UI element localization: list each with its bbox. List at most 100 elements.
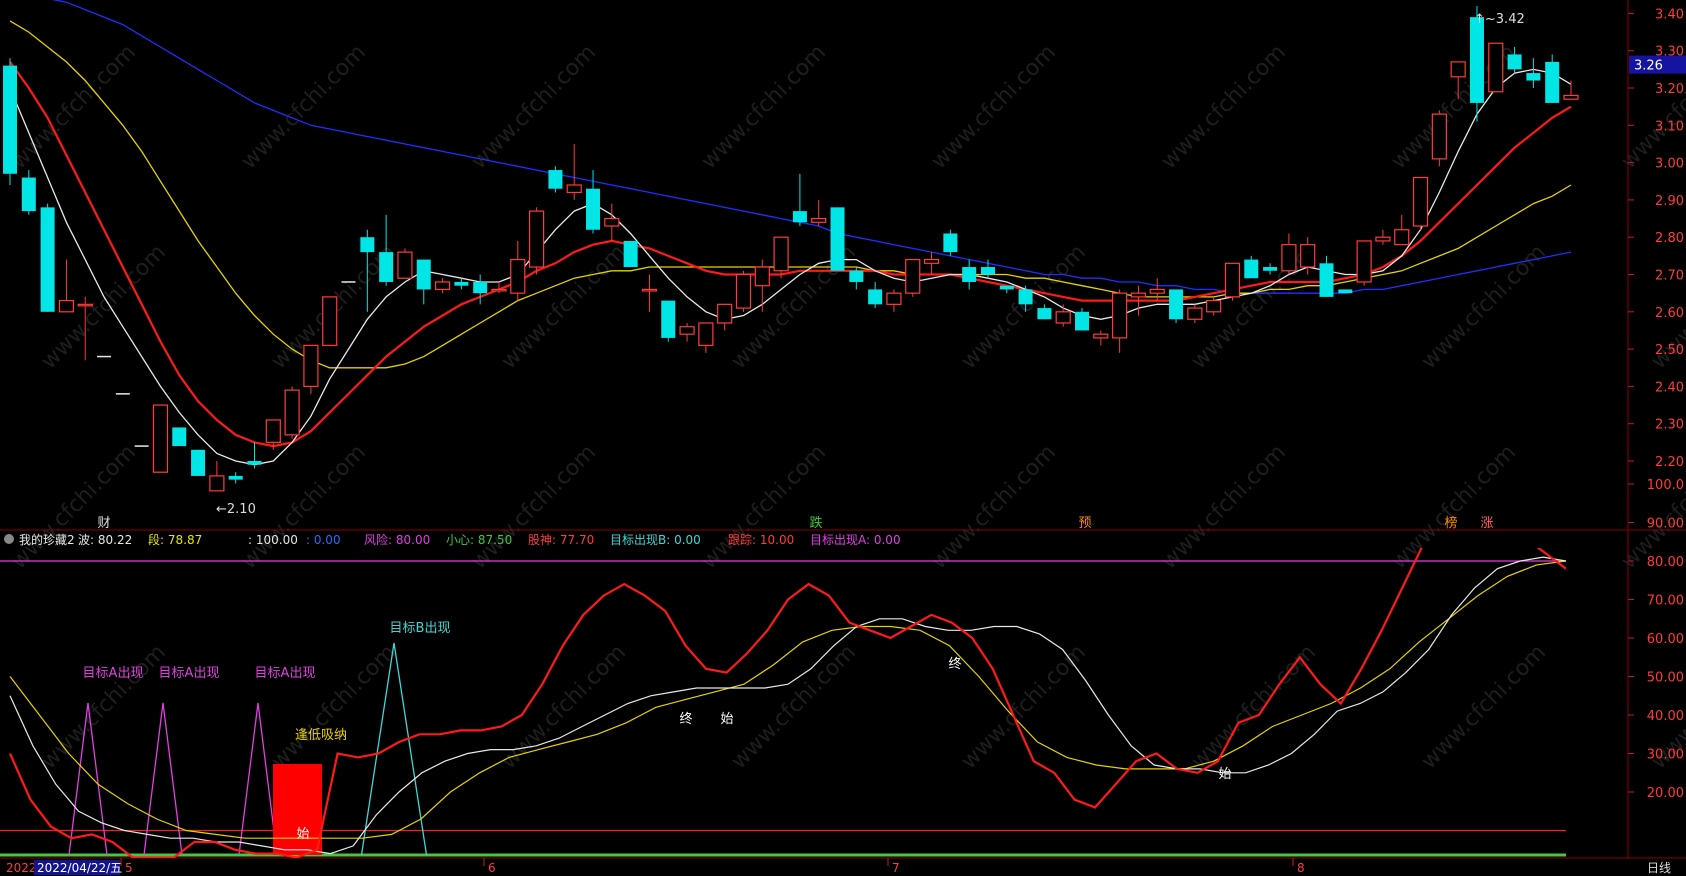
candle-body [40,207,55,312]
candle-body [172,427,187,447]
candle-body [717,303,733,324]
candle[interactable] [529,207,545,275]
indicator-tick-label: 40.00 [1647,709,1684,724]
candle[interactable] [284,386,300,439]
candle-body [735,273,752,309]
candle-body [510,258,526,294]
collapse-icon[interactable] [4,534,14,544]
candle[interactable] [191,449,206,476]
candle-body [1263,267,1278,271]
stock-chart[interactable]: www.cfchi.com www.cfchi.com www.cfchi.com w… [0,0,1686,876]
event-marker[interactable]: 跌 [809,515,822,531]
target-b-label: 目标B出现 [390,621,451,636]
current-price-label: 3.26 [1634,59,1663,74]
event-marker[interactable]: 预 [1078,516,1091,531]
candle-body [773,236,789,272]
candle-body [1093,333,1109,339]
candle-body [566,184,582,194]
candle[interactable] [548,166,563,193]
month-label: 6 [488,861,496,875]
candle-body [529,210,545,268]
event-marker[interactable]: 榜 [1444,515,1457,531]
candle-body [1507,54,1522,70]
candle-body [379,252,394,282]
candle-body [1281,244,1297,272]
candle-body [943,233,958,253]
indicator-value: 目标出现B: 0.00 [610,533,701,547]
start-label: 始 [720,712,733,727]
candle-body [1149,288,1165,294]
high-price-annotation: ↑~3.42 [1474,12,1525,27]
event-marker[interactable]: 财 [97,516,110,531]
target-a-label: 目标A出现 [255,666,316,681]
indicator-tick-label: 100.0 [1647,478,1684,493]
indicator-value: 跟踪: 10.00 [728,533,794,547]
candle-body [1018,289,1033,305]
candle-body [980,267,995,275]
price-tick-label: 2.70 [1655,269,1684,284]
indicator-value: : 0.00 [306,533,341,547]
candle[interactable] [397,248,413,279]
date-box-label: 2022/04/22/五 [37,861,122,875]
candle[interactable] [1224,262,1241,301]
candle-body [491,288,507,292]
indicator-tick-label: 70.00 [1647,594,1684,609]
candle-body [1488,42,1504,93]
indicator-value: 目标出现A: 0.00 [810,533,901,547]
event-marker[interactable]: 涨 [1480,516,1493,531]
month-label: 5 [125,861,133,875]
candle[interactable] [661,300,676,342]
candle-body [849,270,864,282]
candle-body [1469,17,1484,103]
candle-body [58,300,75,313]
candle[interactable] [1338,289,1353,294]
candle[interactable] [1169,289,1184,323]
candle-body [661,300,676,338]
date-prefix: 2022 [6,861,37,875]
price-tick-label: 3.00 [1655,157,1684,172]
price-tick-label: 2.30 [1655,418,1684,433]
indicator-value: 小心: 87.50 [446,533,512,547]
candle[interactable] [172,427,187,447]
price-tick-label: 2.40 [1655,380,1684,395]
candle-body [1075,311,1090,331]
candle[interactable] [1412,176,1429,230]
candle-body [322,296,338,346]
candle[interactable] [322,296,338,346]
candle-body [1224,262,1241,298]
candle[interactable] [1356,240,1372,286]
candle[interactable] [1431,110,1447,167]
candle[interactable] [905,258,921,297]
candle[interactable] [943,229,958,256]
candle-body [604,217,620,227]
candle-body [454,281,469,286]
candle[interactable] [735,270,752,312]
price-tick-label: 2.60 [1655,306,1684,321]
candle-body [1338,289,1353,294]
candle-body [473,281,488,294]
candle[interactable] [152,404,169,473]
price-tick-label: 2.20 [1655,455,1684,470]
candle-body [209,475,225,492]
price-tick-label: 3.40 [1655,7,1684,22]
month-label: 8 [1297,861,1305,875]
candle[interactable] [40,203,55,312]
candle-body [1130,292,1147,298]
candle[interactable] [303,344,319,394]
indicator-tick-label: 20.00 [1647,786,1684,801]
period-label[interactable]: 日线 [1647,861,1671,875]
candle-body [416,259,431,290]
candle[interactable] [623,240,638,268]
price-tick-label: 3.20 [1655,82,1684,97]
candle-body [886,292,902,305]
candle-body [360,237,375,253]
price-tick-label: 2.50 [1655,343,1684,358]
candle-body [1319,263,1334,297]
candle[interactable] [1488,42,1504,93]
candle[interactable] [830,207,845,271]
candle-body [1431,113,1447,160]
indicator-tick-label: 80.00 [1647,555,1684,570]
price-tick-label: 3.10 [1655,119,1684,134]
candle-body [434,281,451,291]
candle[interactable] [3,58,17,185]
